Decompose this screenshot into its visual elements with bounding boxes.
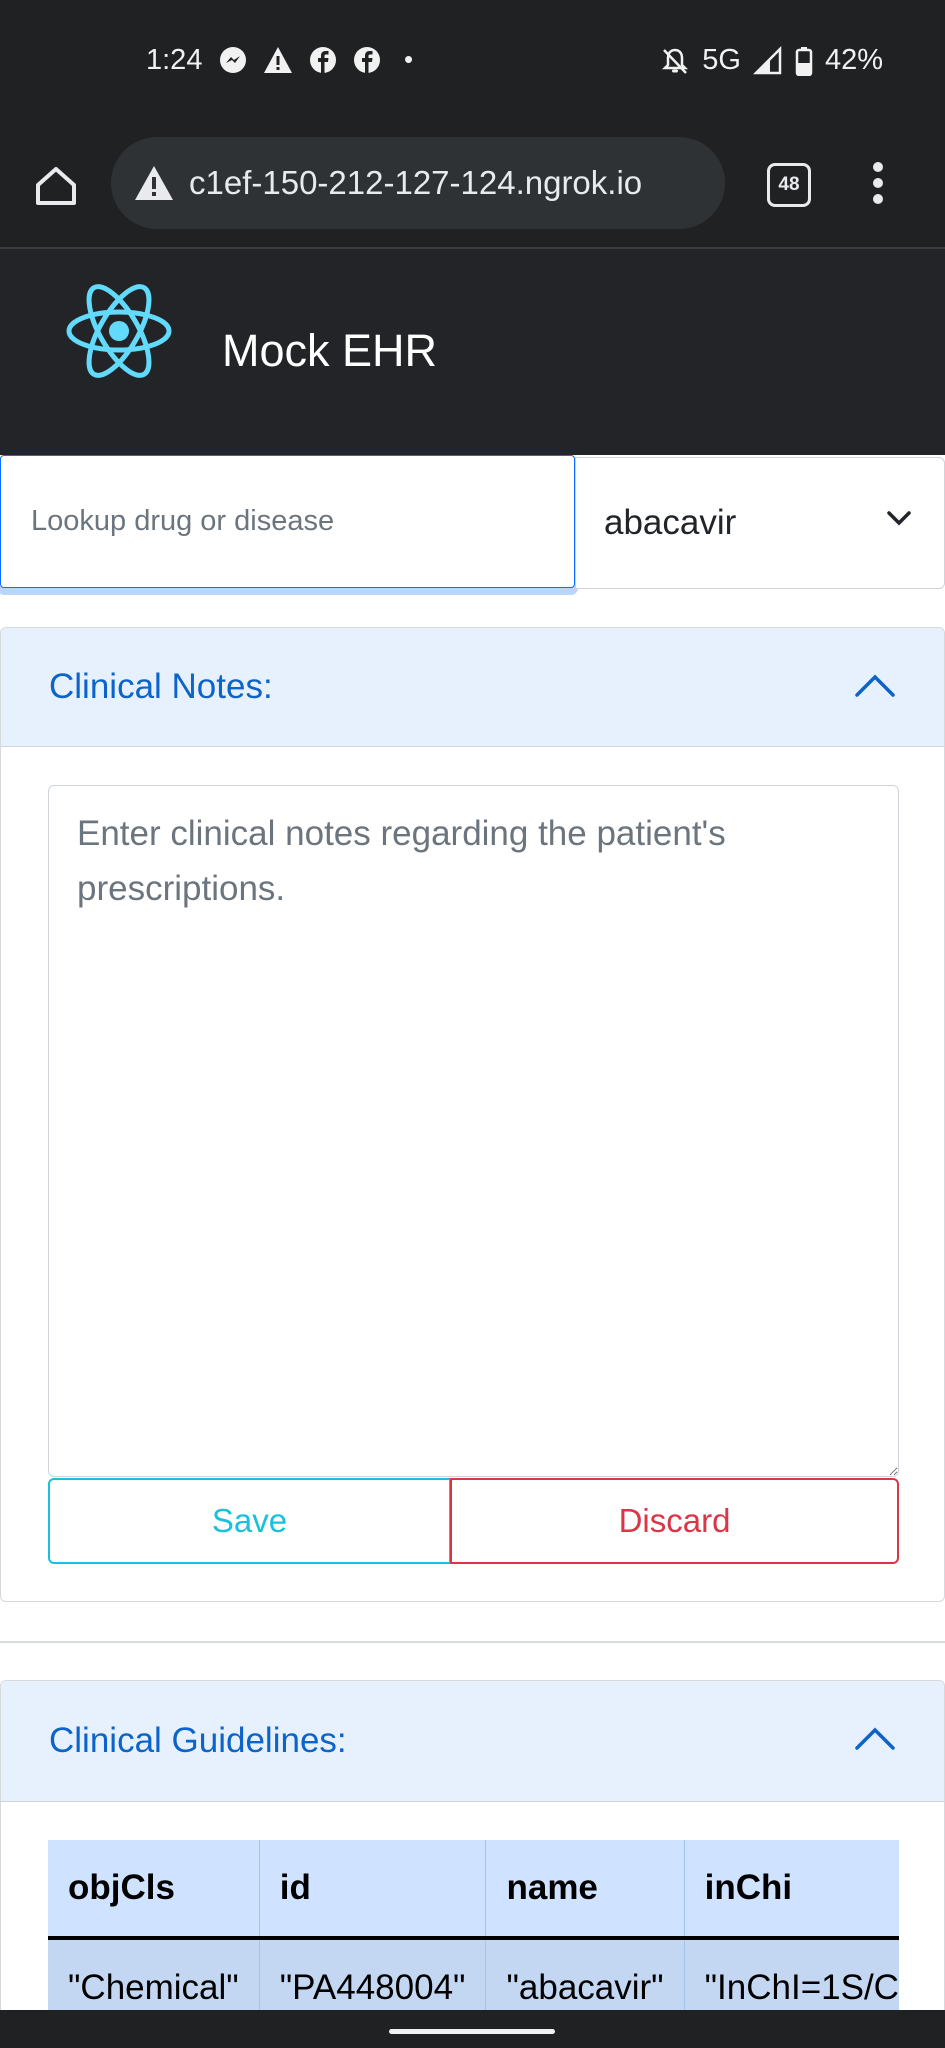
more-options-icon[interactable] [870, 161, 886, 205]
chevron-up-icon[interactable] [854, 672, 896, 698]
tab-switcher-button[interactable]: 48 [767, 163, 811, 207]
home-icon[interactable] [33, 163, 79, 209]
table-cell: "Chemical" [48, 1938, 260, 2010]
clinical-guidelines-header[interactable]: Clinical Guidelines: [1, 1681, 944, 1802]
not-secure-warning-icon[interactable] [133, 164, 175, 202]
url-text[interactable]: c1ef-150-212-127-124.ngrok.io [189, 164, 642, 202]
browser-toolbar: c1ef-150-212-127-124.ngrok.io 48 [0, 125, 945, 249]
messenger-icon [220, 46, 246, 73]
column-header: objCls [48, 1840, 260, 1940]
bell-off-icon [662, 48, 689, 74]
clinical-guidelines-title: Clinical Guidelines: [49, 1721, 347, 1760]
discard-button[interactable]: Discard [450, 1478, 899, 1564]
system-icons: 5G 42% [660, 44, 883, 77]
chevron-up-icon[interactable] [854, 1725, 896, 1751]
drug-select-value: abacavir [604, 503, 737, 542]
signal-icon [752, 45, 782, 74]
address-bar[interactable]: c1ef-150-212-127-124.ngrok.io [111, 137, 725, 229]
navigation-bar [0, 2010, 945, 2048]
react-logo-icon [66, 284, 172, 378]
clinical-notes-textarea[interactable] [48, 785, 899, 1477]
section-divider [0, 1641, 945, 1643]
chevron-down-icon [887, 511, 911, 526]
guidelines-table: objCls id name inChi "Chemical" "PA44800… [48, 1840, 899, 2010]
column-header: id [258, 1840, 486, 1940]
clinical-notes-header[interactable]: Clinical Notes: [1, 628, 944, 747]
table-cell: "InChI=1S/C14H18N6O/c15-14-18-12 [683, 1938, 899, 2010]
more-notifications-dot: • [404, 44, 414, 74]
facebook-icon [354, 46, 380, 73]
table-row: "Chemical" "PA448004" "abacavir" "InChI=… [48, 1938, 899, 2010]
guidelines-table-scroll[interactable]: objCls id name inChi "Chemical" "PA44800… [48, 1840, 899, 2010]
app-header: Mock EHR [0, 249, 945, 455]
warning-icon [264, 46, 292, 73]
network-type: 5G [702, 44, 741, 76]
table-cell: "abacavir" [485, 1938, 685, 2010]
table-header-row: objCls id name inChi [48, 1840, 899, 1940]
status-time: 1:24 [146, 44, 203, 76]
lookup-drug-or-disease-input[interactable] [0, 455, 575, 588]
status-bar: 1:24 • 5G 42% [0, 0, 945, 125]
save-button[interactable]: Save [48, 1478, 451, 1564]
facebook-icon [310, 46, 336, 73]
battery-icon [795, 46, 813, 76]
clinical-notes-title: Clinical Notes: [49, 667, 273, 706]
column-header: name [485, 1840, 685, 1940]
home-gesture-handle[interactable] [389, 2029, 555, 2034]
battery-percent: 42% [824, 44, 883, 76]
drug-select[interactable]: abacavir [575, 457, 945, 589]
app-title: Mock EHR [222, 325, 438, 376]
table-cell: "PA448004" [258, 1938, 486, 2010]
notification-icons: • [218, 44, 413, 75]
column-header: inChi [683, 1840, 899, 1940]
